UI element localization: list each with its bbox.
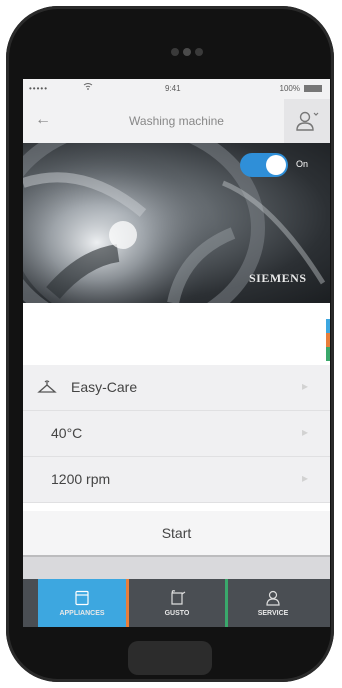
- spin-speed-row[interactable]: 1200 rpm ▸: [23, 457, 330, 503]
- service-icon: [266, 590, 280, 606]
- program-label: Easy-Care: [71, 379, 138, 395]
- user-button[interactable]: [284, 99, 330, 143]
- tab-appliances[interactable]: APPLIANCES: [38, 579, 126, 627]
- tab-label: SERVICE: [257, 609, 289, 617]
- gusto-icon: [171, 589, 186, 605]
- navigation-bar: ← Washing machine: [23, 99, 330, 144]
- carrier-signal: •••••: [29, 84, 49, 93]
- program-row[interactable]: Easy-Care ▸: [23, 365, 330, 411]
- wifi-icon: [83, 82, 93, 92]
- side-color-tabs: [326, 319, 330, 361]
- tab-gusto[interactable]: GUSTO: [129, 579, 225, 627]
- shirt-icon: [37, 380, 57, 397]
- appliance-image: On SIEMENS: [23, 143, 330, 303]
- chevron-right-icon: ▸: [301, 471, 308, 485]
- chevron-right-icon: ▸: [301, 379, 308, 393]
- user-icon: [296, 111, 319, 131]
- status-bar: ••••• 9:41 100%: [23, 79, 330, 99]
- tab-label: GUSTO: [164, 609, 190, 617]
- spin-speed-label: 1200 rpm: [51, 471, 111, 487]
- toggle-label: On: [296, 159, 309, 169]
- camera-dots: [171, 48, 203, 56]
- appliances-icon: [75, 590, 89, 605]
- home-button[interactable]: [128, 641, 212, 675]
- start-label: Start: [161, 525, 192, 541]
- chevron-right-icon: ▸: [301, 425, 308, 439]
- battery-icon: [304, 85, 322, 92]
- power-toggle[interactable]: [240, 153, 288, 177]
- temperature-label: 40°C: [51, 425, 83, 441]
- content-spacer: [23, 303, 330, 365]
- tab-bar: APPLIANCES GUSTO SERVICE: [23, 579, 330, 627]
- brand-logo: SIEMENS: [249, 271, 307, 285]
- tab-label: APPLIANCES: [59, 609, 105, 617]
- settings-list: Easy-Care ▸ 40°C ▸ 1200 rpm ▸: [23, 365, 330, 503]
- temperature-row[interactable]: 40°C ▸: [23, 411, 330, 457]
- status-time: 9:41: [165, 84, 181, 93]
- divider-band: [23, 557, 330, 579]
- tab-service[interactable]: SERVICE: [228, 579, 318, 627]
- app-screen: ••••• 9:41 100% ← Washing machine On SIE…: [23, 79, 330, 627]
- battery-percent: 100%: [279, 84, 300, 93]
- start-button[interactable]: Start: [23, 511, 330, 557]
